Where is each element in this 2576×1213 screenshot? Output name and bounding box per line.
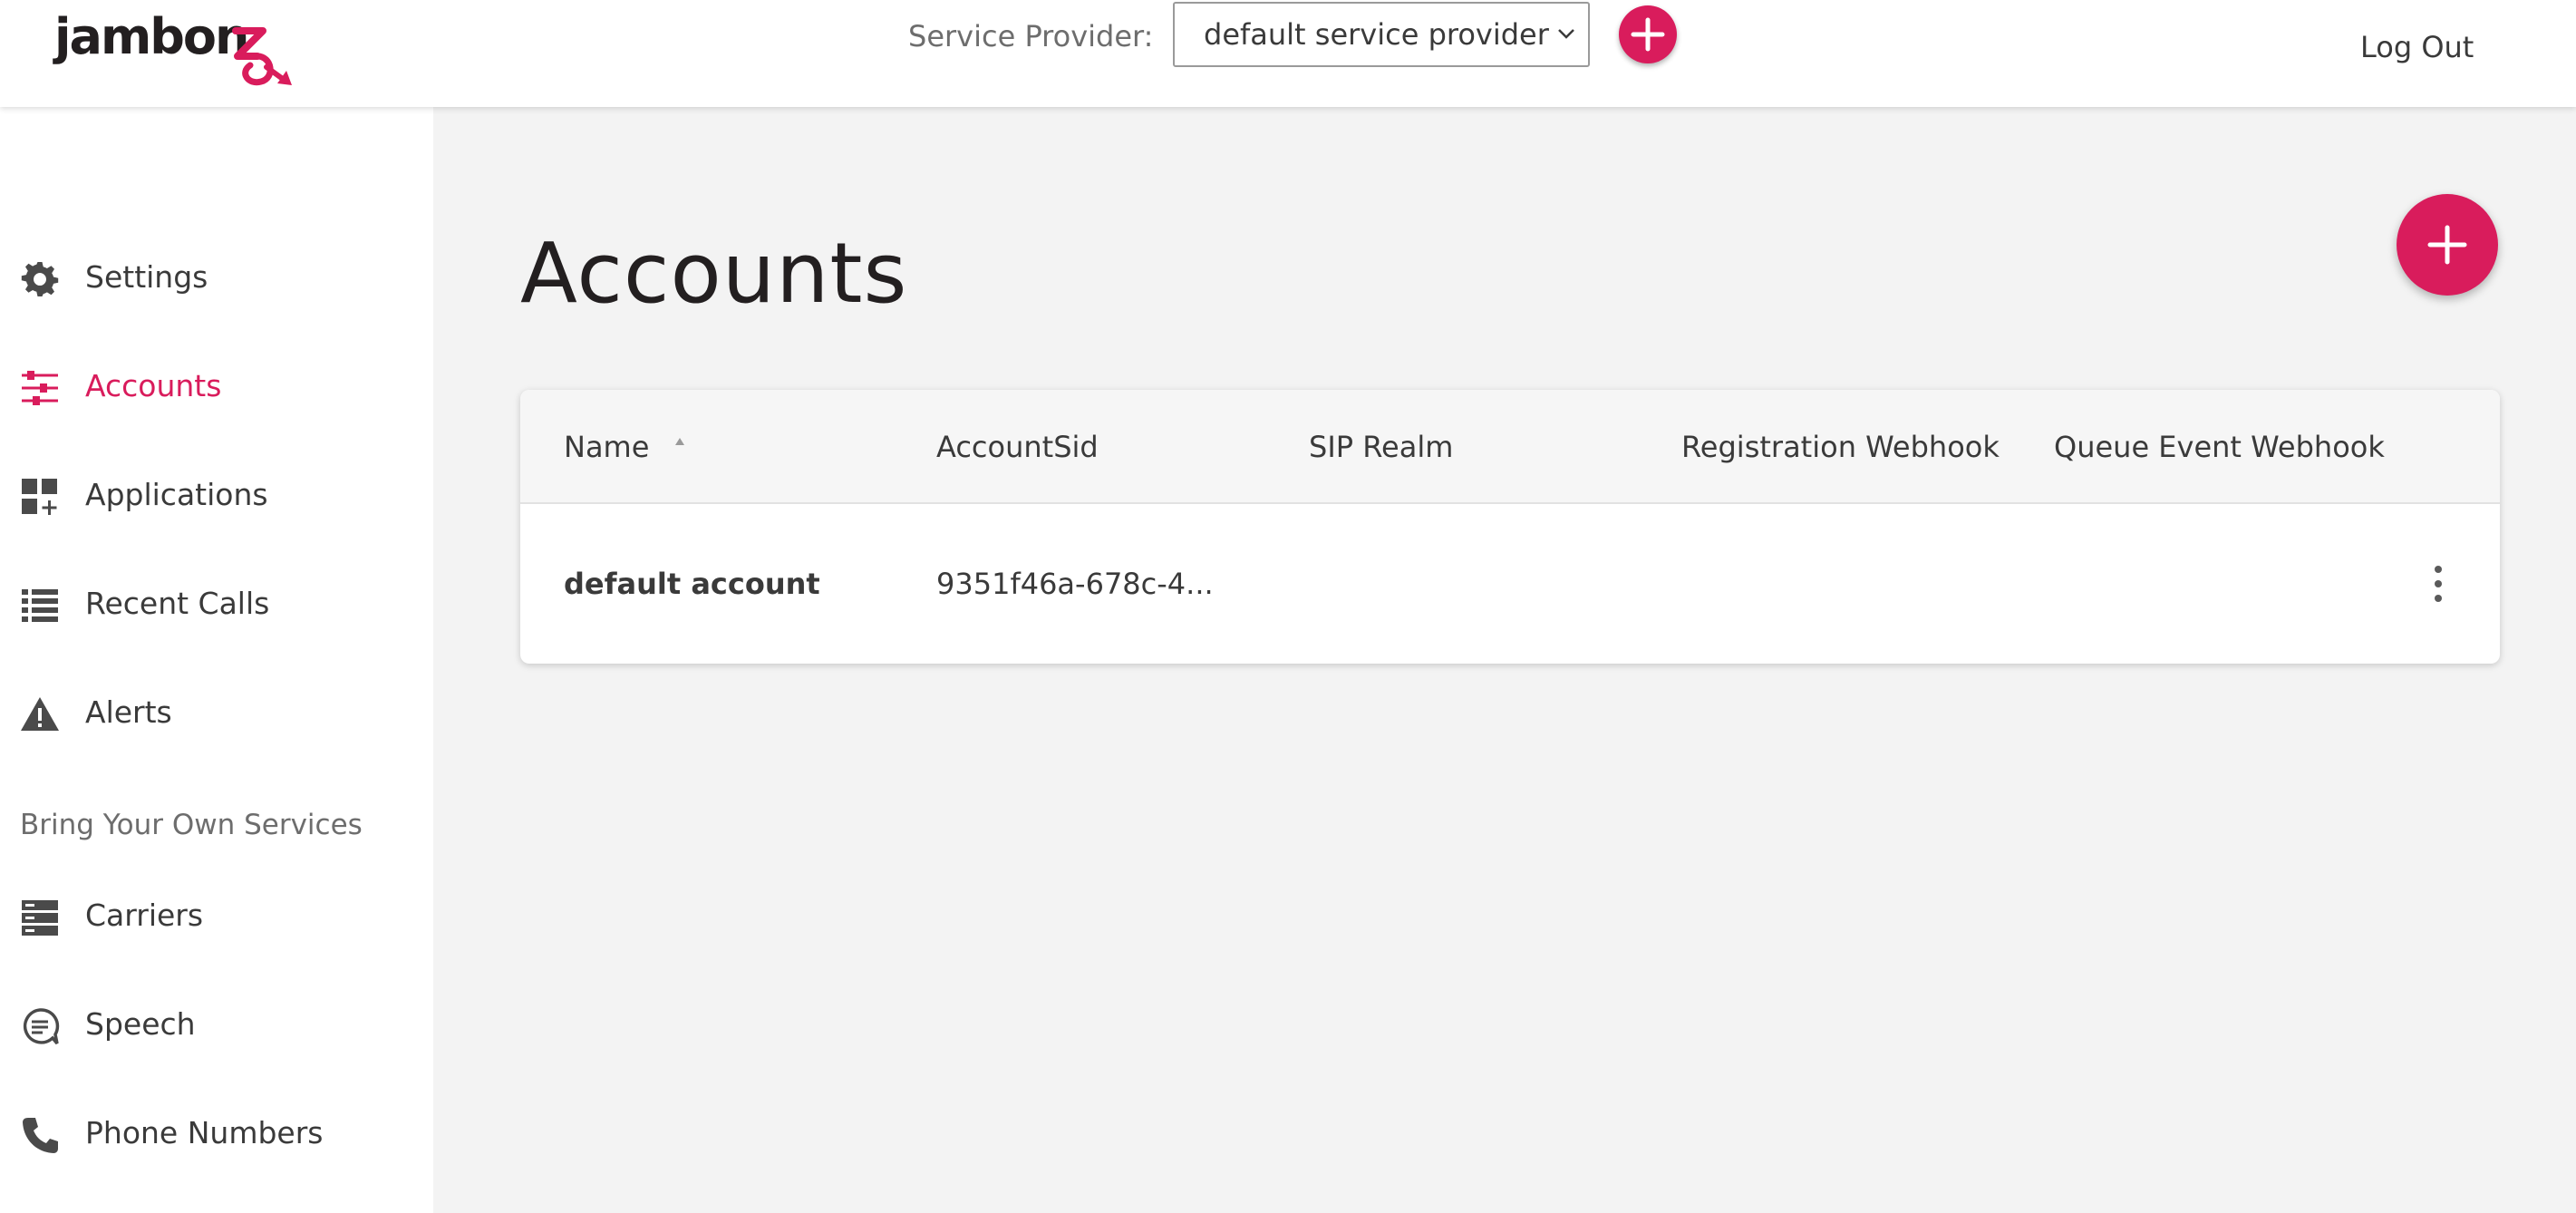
byos-section-title: Bring Your Own Services: [20, 809, 363, 841]
warning-icon: [21, 697, 59, 731]
column-header-account-sid: AccountSid: [936, 430, 1099, 464]
sidebar-item-recent-calls[interactable]: Recent Calls: [0, 568, 433, 640]
logo-wordmark: jambon: [54, 8, 249, 65]
column-header-name[interactable]: Name: [564, 429, 649, 465]
page-title: Accounts: [520, 225, 908, 322]
sidebar-item-label: Accounts: [85, 368, 222, 403]
sidebar-item-label: Settings: [85, 259, 208, 295]
sliders-icon: [22, 371, 58, 405]
sidebar-item-speech[interactable]: Speech: [0, 988, 433, 1061]
accounts-table: Name AccountSid SIP Realm Registration W…: [520, 390, 2500, 664]
sidebar: Settings Accounts Applications Recent Ca…: [0, 107, 433, 1213]
account-name-link[interactable]: default account: [564, 566, 820, 602]
add-service-provider-button[interactable]: [1619, 5, 1677, 63]
logout-link[interactable]: Log Out: [2360, 29, 2474, 65]
sidebar-item-label: Speech: [85, 1006, 196, 1042]
jambonz-logo[interactable]: jambon: [54, 5, 299, 92]
gear-icon: [21, 262, 59, 296]
plus-icon: [1631, 17, 1665, 52]
sidebar-item-label: Applications: [85, 477, 268, 512]
applications-icon: [22, 479, 57, 515]
sidebar-item-carriers[interactable]: Carriers: [0, 879, 433, 952]
top-bar: jambon Service Provider: default service…: [0, 0, 2576, 107]
sidebar-item-accounts[interactable]: Accounts: [0, 350, 433, 422]
column-header-sip-realm: SIP Realm: [1309, 430, 1454, 464]
column-header-queue-event-webhook: Queue Event Webhook: [2054, 430, 2385, 464]
sort-ascending-icon[interactable]: [674, 437, 685, 446]
server-icon: [22, 900, 58, 936]
sidebar-item-settings[interactable]: Settings: [0, 241, 433, 314]
table-row[interactable]: default account 9351f46a-678c-4...: [520, 504, 2500, 664]
sidebar-item-label: Carriers: [85, 898, 204, 933]
service-provider-select[interactable]: default service provider: [1173, 2, 1590, 67]
logo-z-mark-icon: [232, 27, 292, 86]
sidebar-item-phone-numbers[interactable]: Phone Numbers: [0, 1097, 433, 1169]
add-account-button[interactable]: [2397, 194, 2498, 296]
sidebar-item-label: Phone Numbers: [85, 1115, 324, 1150]
account-sid-cell: 9351f46a-678c-4...: [936, 567, 1214, 601]
service-provider-value: default service provider: [1204, 17, 1549, 52]
phone-icon: [23, 1118, 58, 1153]
table-header: Name AccountSid SIP Realm Registration W…: [520, 390, 2500, 504]
service-provider-label: Service Provider:: [908, 19, 1154, 53]
speech-bubble-icon: [23, 1008, 60, 1045]
sidebar-item-alerts[interactable]: Alerts: [0, 676, 433, 749]
list-icon: [22, 589, 58, 622]
sidebar-item-label: Recent Calls: [85, 586, 270, 621]
column-header-registration-webhook: Registration Webhook: [1681, 430, 2000, 464]
plus-icon: [2427, 225, 2467, 265]
row-menu-kebab-icon[interactable]: [2424, 562, 2453, 606]
chevron-down-icon: [1558, 29, 1574, 39]
sidebar-item-label: Alerts: [85, 694, 172, 730]
sidebar-item-applications[interactable]: Applications: [0, 459, 433, 531]
